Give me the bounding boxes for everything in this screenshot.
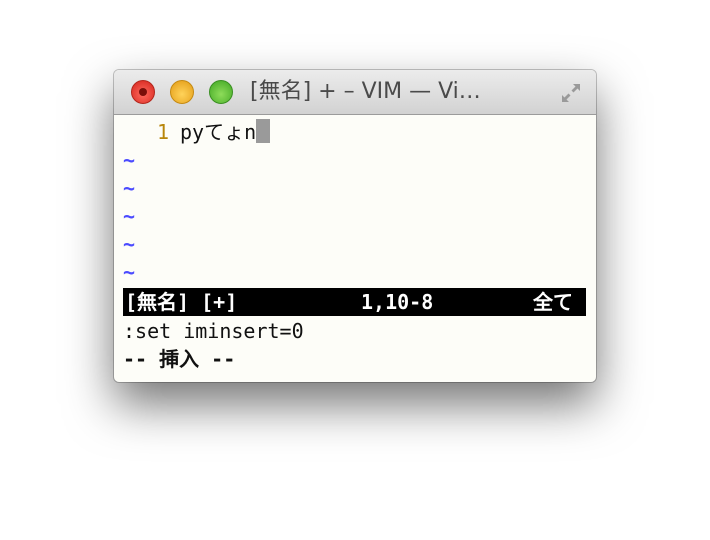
zoom-button[interactable] [209,80,233,104]
line-text[interactable]: pyてょn [180,120,256,144]
empty-line-marker: ~ [123,204,136,228]
empty-line-marker: ~ [123,148,136,172]
status-cursor-position: 1,10-8 [361,290,434,314]
minimize-button[interactable] [170,80,194,104]
empty-line-marker: ~ [123,232,136,256]
vim-window: [無名] + – VIM — Vi… 1 pyてょn ~ ~ ~ ~ ~ [無名]… [114,70,596,382]
command-line[interactable]: :set iminsert=0 [123,317,304,345]
mode-indicator: -- 挿入 -- [123,347,236,371]
line-number: 1 [156,120,169,144]
empty-line-marker: ~ [123,260,136,284]
title-bar[interactable]: [無名] + – VIM — Vi… [114,70,596,115]
empty-line-marker: ~ [123,176,136,200]
editor-buffer[interactable]: 1 pyてょn ~ ~ ~ ~ ~ [123,118,271,286]
status-filename: [無名] [+] [125,290,238,314]
window-title: [無名] + – VIM — Vi… [250,79,481,104]
status-line: [無名] [+] 1,10-8 全て [123,288,586,316]
close-button[interactable] [131,80,155,104]
text-cursor [256,119,271,143]
buffer-line[interactable]: 1 pyてょn [123,118,271,146]
fullscreen-icon[interactable] [560,82,582,104]
status-scroll-indicator: 全て [533,290,573,314]
